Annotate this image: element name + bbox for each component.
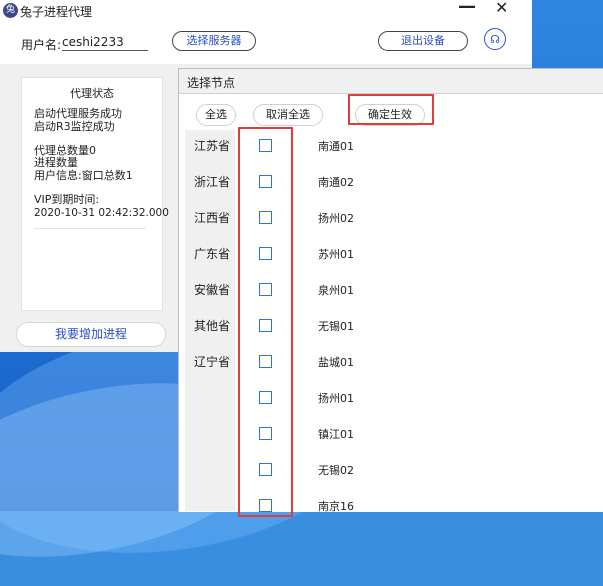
- headset-icon[interactable]: ☊: [484, 28, 506, 50]
- node-label: 无锡02: [318, 464, 354, 477]
- province-item[interactable]: 广东省: [194, 245, 230, 262]
- vip-expiry-value: 2020-10-31 02:42:32.000: [34, 207, 169, 219]
- node-label: 南京16: [318, 500, 354, 513]
- province-item[interactable]: 浙江省: [194, 173, 230, 190]
- node-label: 盐城01: [318, 356, 354, 369]
- status-line: 进程数量: [34, 156, 78, 169]
- close-button[interactable]: ✕: [495, 0, 508, 17]
- node-label: 扬州01: [318, 392, 354, 405]
- user-bar: 用户名: ceshi2233 选择服务器 退出设备 ☊: [0, 22, 532, 64]
- node-label: 南通01: [318, 140, 354, 153]
- node-label: 镇江01: [318, 428, 354, 441]
- dialog-header: 选择节点: [179, 69, 603, 94]
- select-server-button[interactable]: 选择服务器: [172, 31, 256, 51]
- logout-device-button[interactable]: 退出设备: [378, 31, 468, 51]
- node-label: 无锡01: [318, 320, 354, 333]
- node-label: 南通02: [318, 176, 354, 189]
- divider: [34, 228, 146, 229]
- rabbit-logo-icon: 兔: [3, 3, 18, 18]
- minimize-button[interactable]: —: [458, 0, 476, 17]
- province-item[interactable]: 安徽省: [194, 281, 230, 298]
- status-line: 用户信息:窗口总数1: [34, 169, 133, 182]
- highlight-box: [238, 127, 293, 517]
- unselect-all-button[interactable]: 取消全选: [253, 104, 323, 126]
- title-bar: 兔 兔子进程代理 — ✕: [0, 0, 532, 22]
- status-line: 启动R3监控成功: [34, 120, 115, 133]
- node-label: 扬州02: [318, 212, 354, 225]
- province-item[interactable]: 其他省: [194, 317, 230, 334]
- node-label: 泉州01: [318, 284, 354, 297]
- province-item[interactable]: 江西省: [194, 209, 230, 226]
- province-item[interactable]: 辽宁省: [194, 353, 230, 370]
- status-line: 启动代理服务成功: [34, 107, 122, 120]
- select-all-button[interactable]: 全选: [196, 104, 236, 126]
- highlight-box: [348, 94, 434, 125]
- window-title: 兔子进程代理: [20, 5, 93, 19]
- dialog-title: 选择节点: [187, 76, 236, 90]
- status-title: 代理状态: [70, 87, 114, 100]
- username-value: ceshi2233: [62, 35, 148, 51]
- node-label: 苏州01: [318, 248, 354, 261]
- proxy-status-panel: 代理状态 启动代理服务成功 启动R3监控成功 代理总数量0 进程数量 用户信息:…: [21, 77, 169, 311]
- username-label: 用户名:: [21, 38, 62, 52]
- province-item[interactable]: 江苏省: [194, 137, 230, 154]
- add-process-button[interactable]: 我要增加进程: [16, 322, 166, 347]
- vip-expiry-label: VIP到期时间:: [34, 193, 100, 206]
